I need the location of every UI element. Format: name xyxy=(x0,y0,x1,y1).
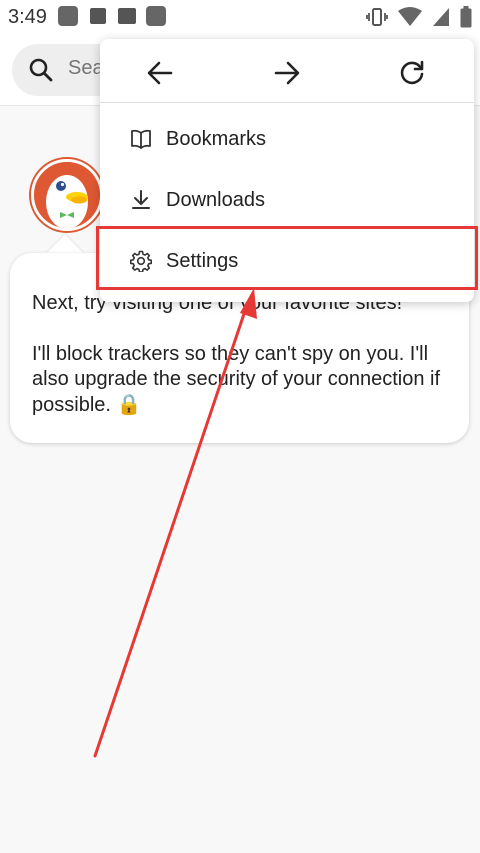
book-notification-icon xyxy=(118,8,136,24)
status-icons xyxy=(366,6,472,28)
menu-item-bookmarks[interactable]: Bookmarks xyxy=(100,109,474,169)
menu-navigation-row xyxy=(100,39,474,103)
bookmarks-icon xyxy=(131,129,151,149)
app-notification-icon xyxy=(90,8,106,24)
wifi-icon xyxy=(398,7,422,26)
search-icon xyxy=(29,58,53,82)
gear-icon xyxy=(130,250,152,272)
forward-arrow-icon[interactable] xyxy=(273,59,301,87)
onboarding-text: Next, try visiting one of your favorite … xyxy=(32,291,452,418)
overflow-menu: Bookmarks Downloads Settings xyxy=(100,39,474,302)
menu-item-label: Bookmarks xyxy=(166,127,267,150)
vibrate-icon xyxy=(366,8,388,26)
duck-logo-icon xyxy=(34,162,100,228)
battery-icon xyxy=(460,6,472,28)
menu-item-label: Settings xyxy=(166,249,239,272)
menu-item-downloads[interactable]: Downloads xyxy=(100,170,474,230)
status-time: 3:49 xyxy=(8,6,47,28)
back-arrow-icon[interactable] xyxy=(146,59,174,87)
menu-item-settings[interactable]: Settings xyxy=(100,231,474,291)
notification-icon-2 xyxy=(146,6,166,26)
refresh-icon[interactable] xyxy=(398,59,426,87)
signal-icon xyxy=(433,8,449,26)
download-icon xyxy=(132,190,150,209)
screen: 3:49 Sea Next, try visiting one of your … xyxy=(0,0,480,853)
duck-avatar xyxy=(31,159,103,231)
notification-icon xyxy=(58,6,78,26)
status-bar: 3:49 xyxy=(0,0,480,34)
menu-item-label: Downloads xyxy=(166,188,265,211)
onboarding-line-2: I'll block trackers so they can't spy on… xyxy=(32,342,441,416)
